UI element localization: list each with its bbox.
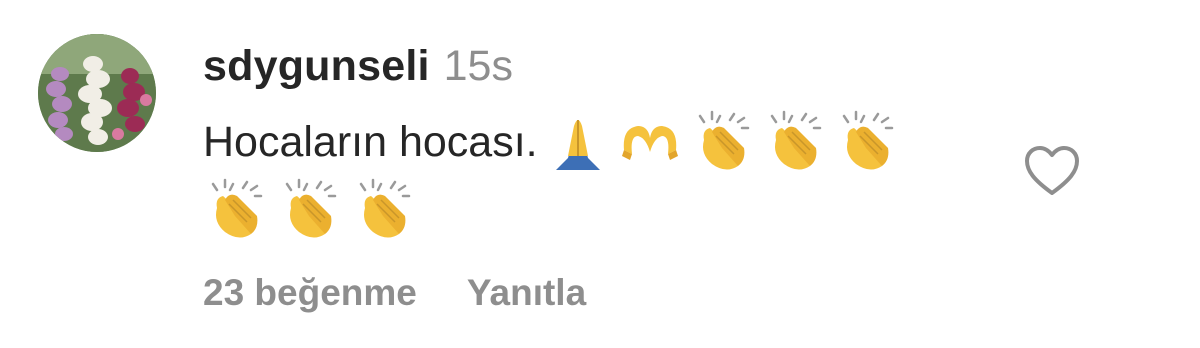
heart-outline-icon[interactable] (1022, 142, 1082, 202)
clapping-hands-icon (203, 178, 267, 242)
username[interactable]: sdygunseli (203, 42, 430, 91)
comment-text-line: Hocaların hocası. (203, 110, 898, 174)
clapping-hands-icon (277, 178, 341, 242)
clapping-hands-icon (762, 110, 826, 174)
likes-count-link[interactable]: 23 beğenme (203, 272, 417, 314)
comment-actions: 23 beğenme Yanıtla (203, 272, 586, 314)
timestamp: 15s (443, 42, 513, 90)
emoji-row-2 (203, 178, 898, 242)
folded-hands-icon (546, 110, 610, 174)
emoji-row-1 (538, 110, 898, 174)
clapping-hands-icon (351, 178, 415, 242)
comment-body: sdygunseli 15s Hocaların hocası. (203, 42, 898, 242)
comment-text: Hocaların hocası. (203, 118, 538, 166)
clapping-hands-icon (690, 110, 754, 174)
reply-button[interactable]: Yanıtla (467, 272, 586, 314)
comment-header: sdygunseli 15s (203, 42, 898, 100)
clapping-hands-icon (834, 110, 898, 174)
avatar[interactable] (38, 34, 156, 152)
heart-hands-icon (618, 110, 682, 174)
